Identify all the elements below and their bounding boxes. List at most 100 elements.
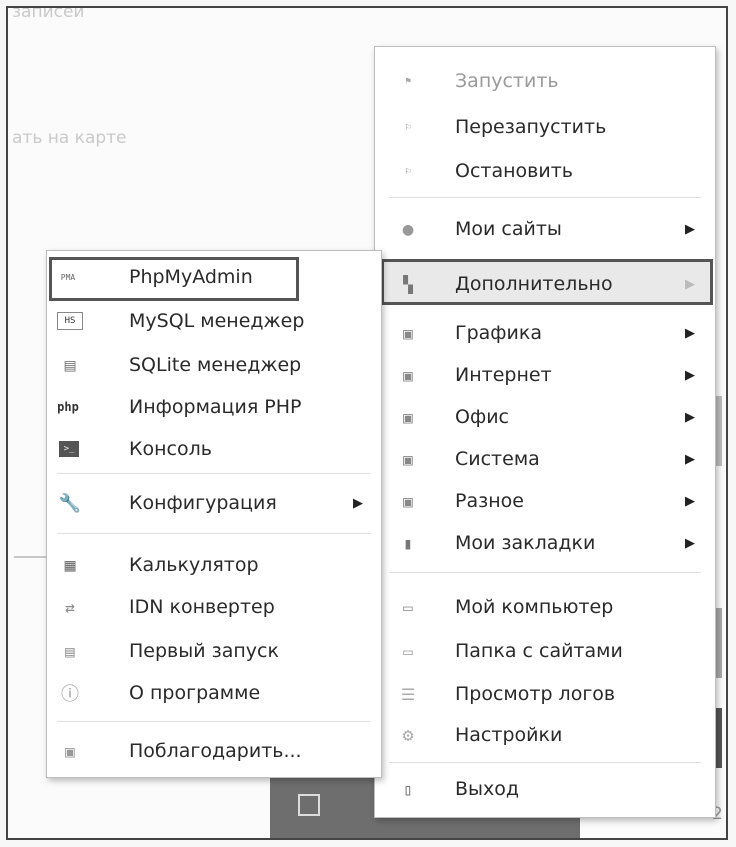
submenu-arrow-icon: ▶ — [685, 367, 695, 383]
menu-item-label: Мой компьютер — [455, 596, 614, 618]
background-map-link: ать на карте — [12, 128, 127, 148]
submenu-item-thanks[interactable]: ▣ Поблагодарить... — [47, 731, 381, 771]
menu-item-internet[interactable]: ▣ Интернет ▶ — [375, 355, 715, 395]
menu-item-label: Офис — [455, 406, 509, 428]
calculator-icon: ▦ — [64, 554, 76, 576]
flag-icon: ⚑ — [404, 75, 412, 87]
folder-open-icon: ▭ — [403, 641, 413, 661]
background-divider — [14, 556, 48, 558]
submenu-arrow-icon: ▶ — [685, 325, 695, 341]
menu-item-sites-folder[interactable]: ▭ Папка с сайтами — [375, 631, 715, 671]
sqlite-icon: ▤ — [64, 354, 76, 376]
menu-separator — [389, 197, 701, 198]
menu-item-label: Перезапустить — [455, 116, 607, 138]
flag-stop-icon: ⚐ — [404, 165, 412, 177]
submenu-arrow-icon: ▶ — [685, 535, 695, 551]
globe-icon: ● — [402, 218, 414, 240]
menu-item-label: Настройки — [455, 724, 563, 746]
menu-separator — [389, 762, 701, 763]
menu-item-my-computer[interactable]: ▭ Мой компьютер — [375, 587, 715, 627]
background-heading: записей — [12, 6, 85, 22]
submenu-item-mysql[interactable]: HS MySQL менеджер — [47, 301, 381, 341]
menu-item-label: Просмотр логов — [455, 683, 616, 705]
submenu-item-console[interactable]: >_ Консоль — [47, 429, 381, 469]
menu-item-system[interactable]: ▣ Система ▶ — [375, 439, 715, 479]
computer-icon: ▭ — [403, 597, 413, 617]
submenu-item-label: PhpMyAdmin — [129, 266, 253, 288]
submenu-item-label: Конфигурация — [129, 492, 277, 514]
folder-icon: ▣ — [403, 449, 413, 469]
exit-icon: ▯ — [403, 779, 413, 799]
folder-icon: ▣ — [403, 407, 413, 427]
menu-item-settings[interactable]: ⚙ Настройки — [375, 715, 715, 755]
menu-separator — [57, 533, 371, 534]
blocks-icon: ▚ — [403, 274, 413, 294]
info-icon: ⓘ — [61, 684, 79, 705]
flag-restart-icon: ⚐ — [404, 121, 412, 133]
menu-item-additional[interactable]: ▚ Дополнительно ▶ — [375, 264, 715, 304]
submenu-arrow-icon: ▶ — [685, 409, 695, 425]
folder-icon: ▣ — [403, 491, 413, 511]
submenu-item-calculator[interactable]: ▦ Калькулятор — [47, 545, 381, 585]
gear-icon: ⚙ — [402, 724, 414, 746]
menu-item-restart[interactable]: ⚐ Перезапустить — [375, 107, 715, 147]
menu-item-label: Мои сайты — [455, 218, 562, 240]
menu-item-label: Папка с сайтами — [455, 640, 623, 662]
menu-item-label: Мои закладки — [455, 532, 596, 554]
submenu-item-label: О программе — [129, 682, 261, 704]
folder-icon: ▣ — [403, 365, 413, 385]
additional-submenu: PMA PhpMyAdmin HS MySQL менеджер ▤ SQLit… — [46, 250, 382, 778]
menu-item-label: Система — [455, 448, 540, 470]
menu-item-label: Дополнительно — [455, 273, 613, 295]
submenu-item-label: SQLite менеджер — [129, 354, 302, 376]
submenu-item-label: Информация PHP — [129, 396, 302, 418]
idn-icon: ⇄ — [65, 597, 75, 617]
screenshot-frame: записей ать на карте 2 ⚑ Запустить ⚐ Пер… — [6, 6, 728, 840]
submenu-item-first-run[interactable]: ▤ Первый запуск — [47, 631, 381, 671]
menu-item-my-sites[interactable]: ● Мои сайты ▶ — [375, 209, 715, 249]
submenu-item-about[interactable]: ⓘ О программе — [47, 673, 381, 713]
menu-separator — [57, 473, 371, 474]
menu-item-bookmarks[interactable]: ▮ Мои закладки ▶ — [375, 523, 715, 563]
submenu-arrow-icon: ▶ — [685, 276, 695, 292]
book-icon: ▮ — [403, 533, 413, 553]
submenu-item-label: IDN конвертер — [129, 596, 275, 618]
php-icon: php — [57, 400, 79, 414]
thanks-icon: ▣ — [65, 741, 75, 761]
app-tray-icon[interactable] — [298, 794, 320, 816]
phpmyadmin-icon: PMA — [60, 272, 76, 282]
heidisql-icon: HS — [57, 312, 83, 330]
menu-item-exit[interactable]: ▯ Выход — [375, 769, 715, 809]
submenu-item-label: Консоль — [129, 438, 212, 460]
submenu-arrow-icon: ▶ — [685, 221, 695, 237]
submenu-arrow-icon: ▶ — [353, 495, 363, 511]
menu-item-label: Разное — [455, 490, 524, 512]
menu-item-graphics[interactable]: ▣ Графика ▶ — [375, 313, 715, 353]
folder-icon: ▣ — [403, 323, 413, 343]
submenu-item-label: Поблагодарить... — [129, 740, 302, 762]
menu-separator — [389, 572, 701, 573]
submenu-item-configuration[interactable]: 🔧 Конфигурация ▶ — [47, 483, 381, 523]
menu-item-stop[interactable]: ⚐ Остановить — [375, 151, 715, 191]
console-icon: >_ — [59, 441, 79, 457]
submenu-item-idn[interactable]: ⇄ IDN конвертер — [47, 587, 381, 627]
wrench-icon: 🔧 — [58, 492, 82, 514]
main-context-menu: ⚑ Запустить ⚐ Перезапустить ⚐ Остановить… — [374, 46, 716, 818]
submenu-item-php-info[interactable]: php Информация PHP — [47, 387, 381, 427]
menu-item-start[interactable]: ⚑ Запустить — [375, 61, 715, 101]
menu-item-label: Запустить — [455, 70, 559, 92]
submenu-arrow-icon: ▶ — [685, 493, 695, 509]
submenu-item-label: Первый запуск — [129, 640, 279, 662]
first-run-icon: ▤ — [65, 641, 75, 661]
menu-item-view-logs[interactable]: ☰ Просмотр логов — [375, 674, 715, 714]
log-icon: ☰ — [400, 684, 416, 704]
submenu-item-label: MySQL менеджер — [129, 310, 305, 332]
menu-item-label: Графика — [455, 322, 543, 344]
submenu-item-phpmyadmin[interactable]: PMA PhpMyAdmin — [47, 257, 381, 297]
menu-item-label: Остановить — [455, 160, 573, 182]
menu-item-office[interactable]: ▣ Офис ▶ — [375, 397, 715, 437]
menu-separator — [57, 721, 371, 722]
submenu-item-label: Калькулятор — [129, 554, 259, 576]
menu-item-misc[interactable]: ▣ Разное ▶ — [375, 481, 715, 521]
submenu-item-sqlite[interactable]: ▤ SQLite менеджер — [47, 345, 381, 385]
